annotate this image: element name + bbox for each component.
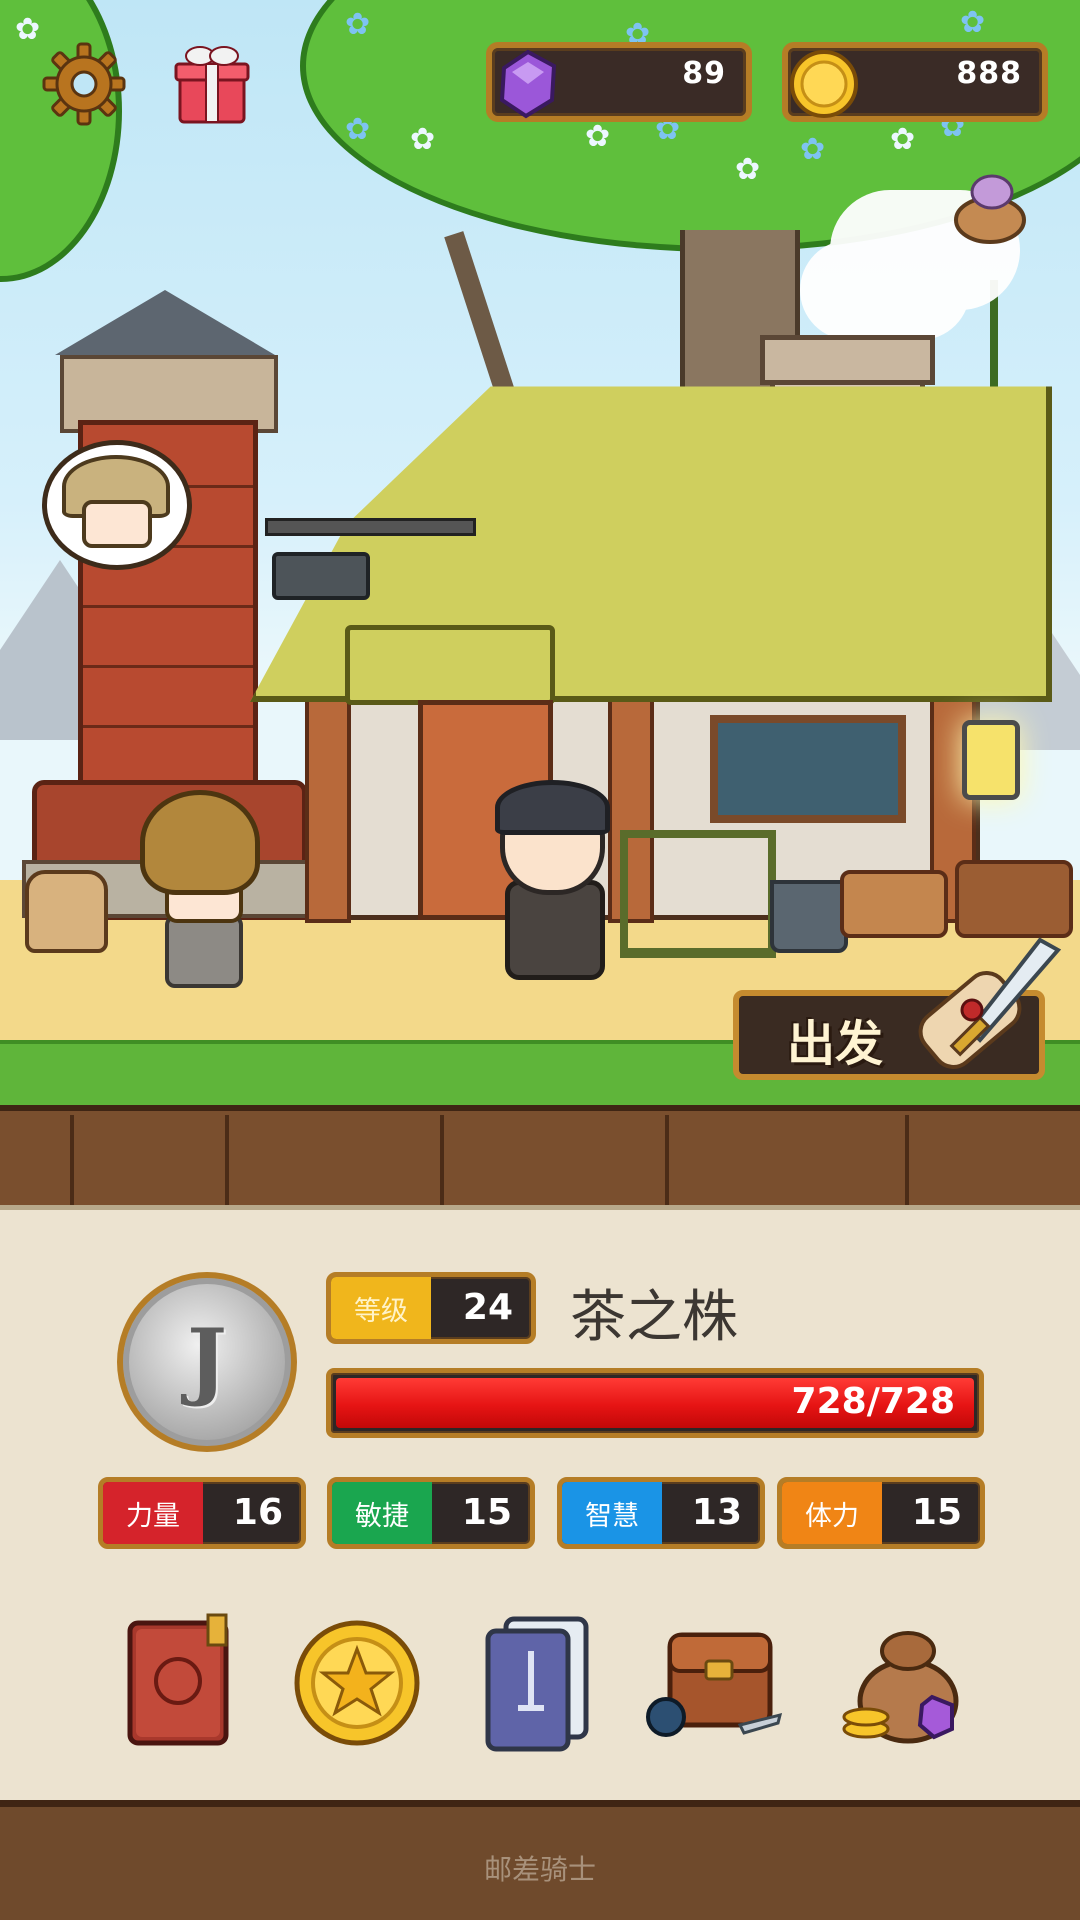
blacksmith-body (505, 880, 605, 980)
stat-strength: 力量 16 (98, 1477, 306, 1549)
flower-icon: ✿ (735, 152, 761, 187)
game-title: 邮差骑士 (483, 1853, 596, 1886)
sign-rod (265, 518, 476, 536)
tree-stump (955, 860, 1073, 938)
level-badge: 等级 24 (326, 1272, 536, 1344)
anvil-sign-icon (272, 552, 370, 600)
hp-text: 728/728 (791, 1381, 955, 1422)
stat-label: 敏捷 (332, 1482, 432, 1544)
flower-icon: ✿ (15, 12, 41, 47)
stat-wisdom: 智慧 13 (557, 1477, 765, 1549)
gold-coin-icon (790, 50, 858, 118)
flower-icon: ✿ (410, 122, 436, 157)
coin-count: 888 (956, 56, 1022, 91)
knight-body (165, 915, 243, 988)
hero-name: 茶之株 (570, 1285, 738, 1350)
gift-button[interactable] (172, 42, 252, 126)
level-label: 等级 (331, 1277, 431, 1339)
gift-icon (174, 46, 250, 124)
tree-root (444, 231, 516, 399)
game-screen: ✿ ✿ ✿ ✿ ✿ ✿ ✿ ✿ ✿ ✿ ✿ ✿ 89 888 出发 J 等级 2… (0, 0, 1080, 1920)
hero-book-icon (127, 1613, 229, 1746)
blacksmith-hair (495, 780, 610, 835)
stat-value: 16 (232, 1492, 283, 1533)
pouch-icon (954, 174, 1026, 244)
stat-stamina: 体力 15 (777, 1477, 985, 1549)
lantern-icon (962, 720, 1020, 800)
hero-book-button[interactable] (108, 1605, 248, 1755)
stat-value: 13 (691, 1492, 742, 1533)
gem-counter[interactable]: 89 (486, 42, 752, 122)
house-window (710, 715, 906, 823)
avatar-emblem: J (187, 1310, 227, 1409)
card-deck-icon (485, 1616, 589, 1752)
bucket (770, 880, 848, 953)
coin-counter[interactable]: 888 (782, 42, 1048, 122)
stat-label: 智慧 (562, 1482, 662, 1544)
stat-agility: 敏捷 15 (327, 1477, 535, 1549)
chimney-cap (760, 335, 935, 385)
flower-icon: ✿ (585, 119, 611, 154)
purple-gem-icon (499, 49, 557, 119)
backpack-icon (646, 1632, 783, 1737)
flower-icon: ✿ (890, 122, 916, 157)
knight-helmet[interactable] (140, 790, 260, 895)
card-deck-button[interactable] (470, 1605, 610, 1755)
npc-face-icon (82, 500, 152, 548)
sword-scroll-icon (918, 937, 1062, 1069)
tower-roof (55, 290, 275, 355)
flower-icon: ✿ (960, 5, 986, 40)
gem-count: 89 (682, 56, 726, 91)
coal-sack (25, 870, 108, 953)
flower-icon: ✿ (345, 7, 371, 42)
hero-avatar[interactable]: J (117, 1272, 297, 1452)
backpack-button[interactable] (640, 1605, 790, 1755)
hp-bar: 728/728 (326, 1368, 984, 1438)
stat-label: 力量 (103, 1482, 203, 1544)
flower-icon: ✿ (800, 132, 826, 167)
gear-icon (42, 42, 126, 126)
weapon-rack (620, 830, 776, 958)
settings-button[interactable] (42, 42, 126, 126)
loot-pouch-button[interactable] (950, 170, 1030, 245)
star-coin-icon (294, 1620, 420, 1746)
loot-bag-icon (842, 1631, 959, 1744)
star-coin-button[interactable] (287, 1605, 427, 1755)
loot-bag-button[interactable] (836, 1605, 976, 1755)
log-pile (840, 870, 948, 938)
stat-value: 15 (461, 1492, 512, 1533)
stat-label: 体力 (782, 1482, 882, 1544)
door-awning (345, 625, 555, 705)
stat-value: 15 (911, 1492, 962, 1533)
flower-icon: ✿ (345, 112, 371, 147)
depart-label: 出发 (787, 1016, 884, 1072)
level-value: 24 (462, 1287, 513, 1328)
